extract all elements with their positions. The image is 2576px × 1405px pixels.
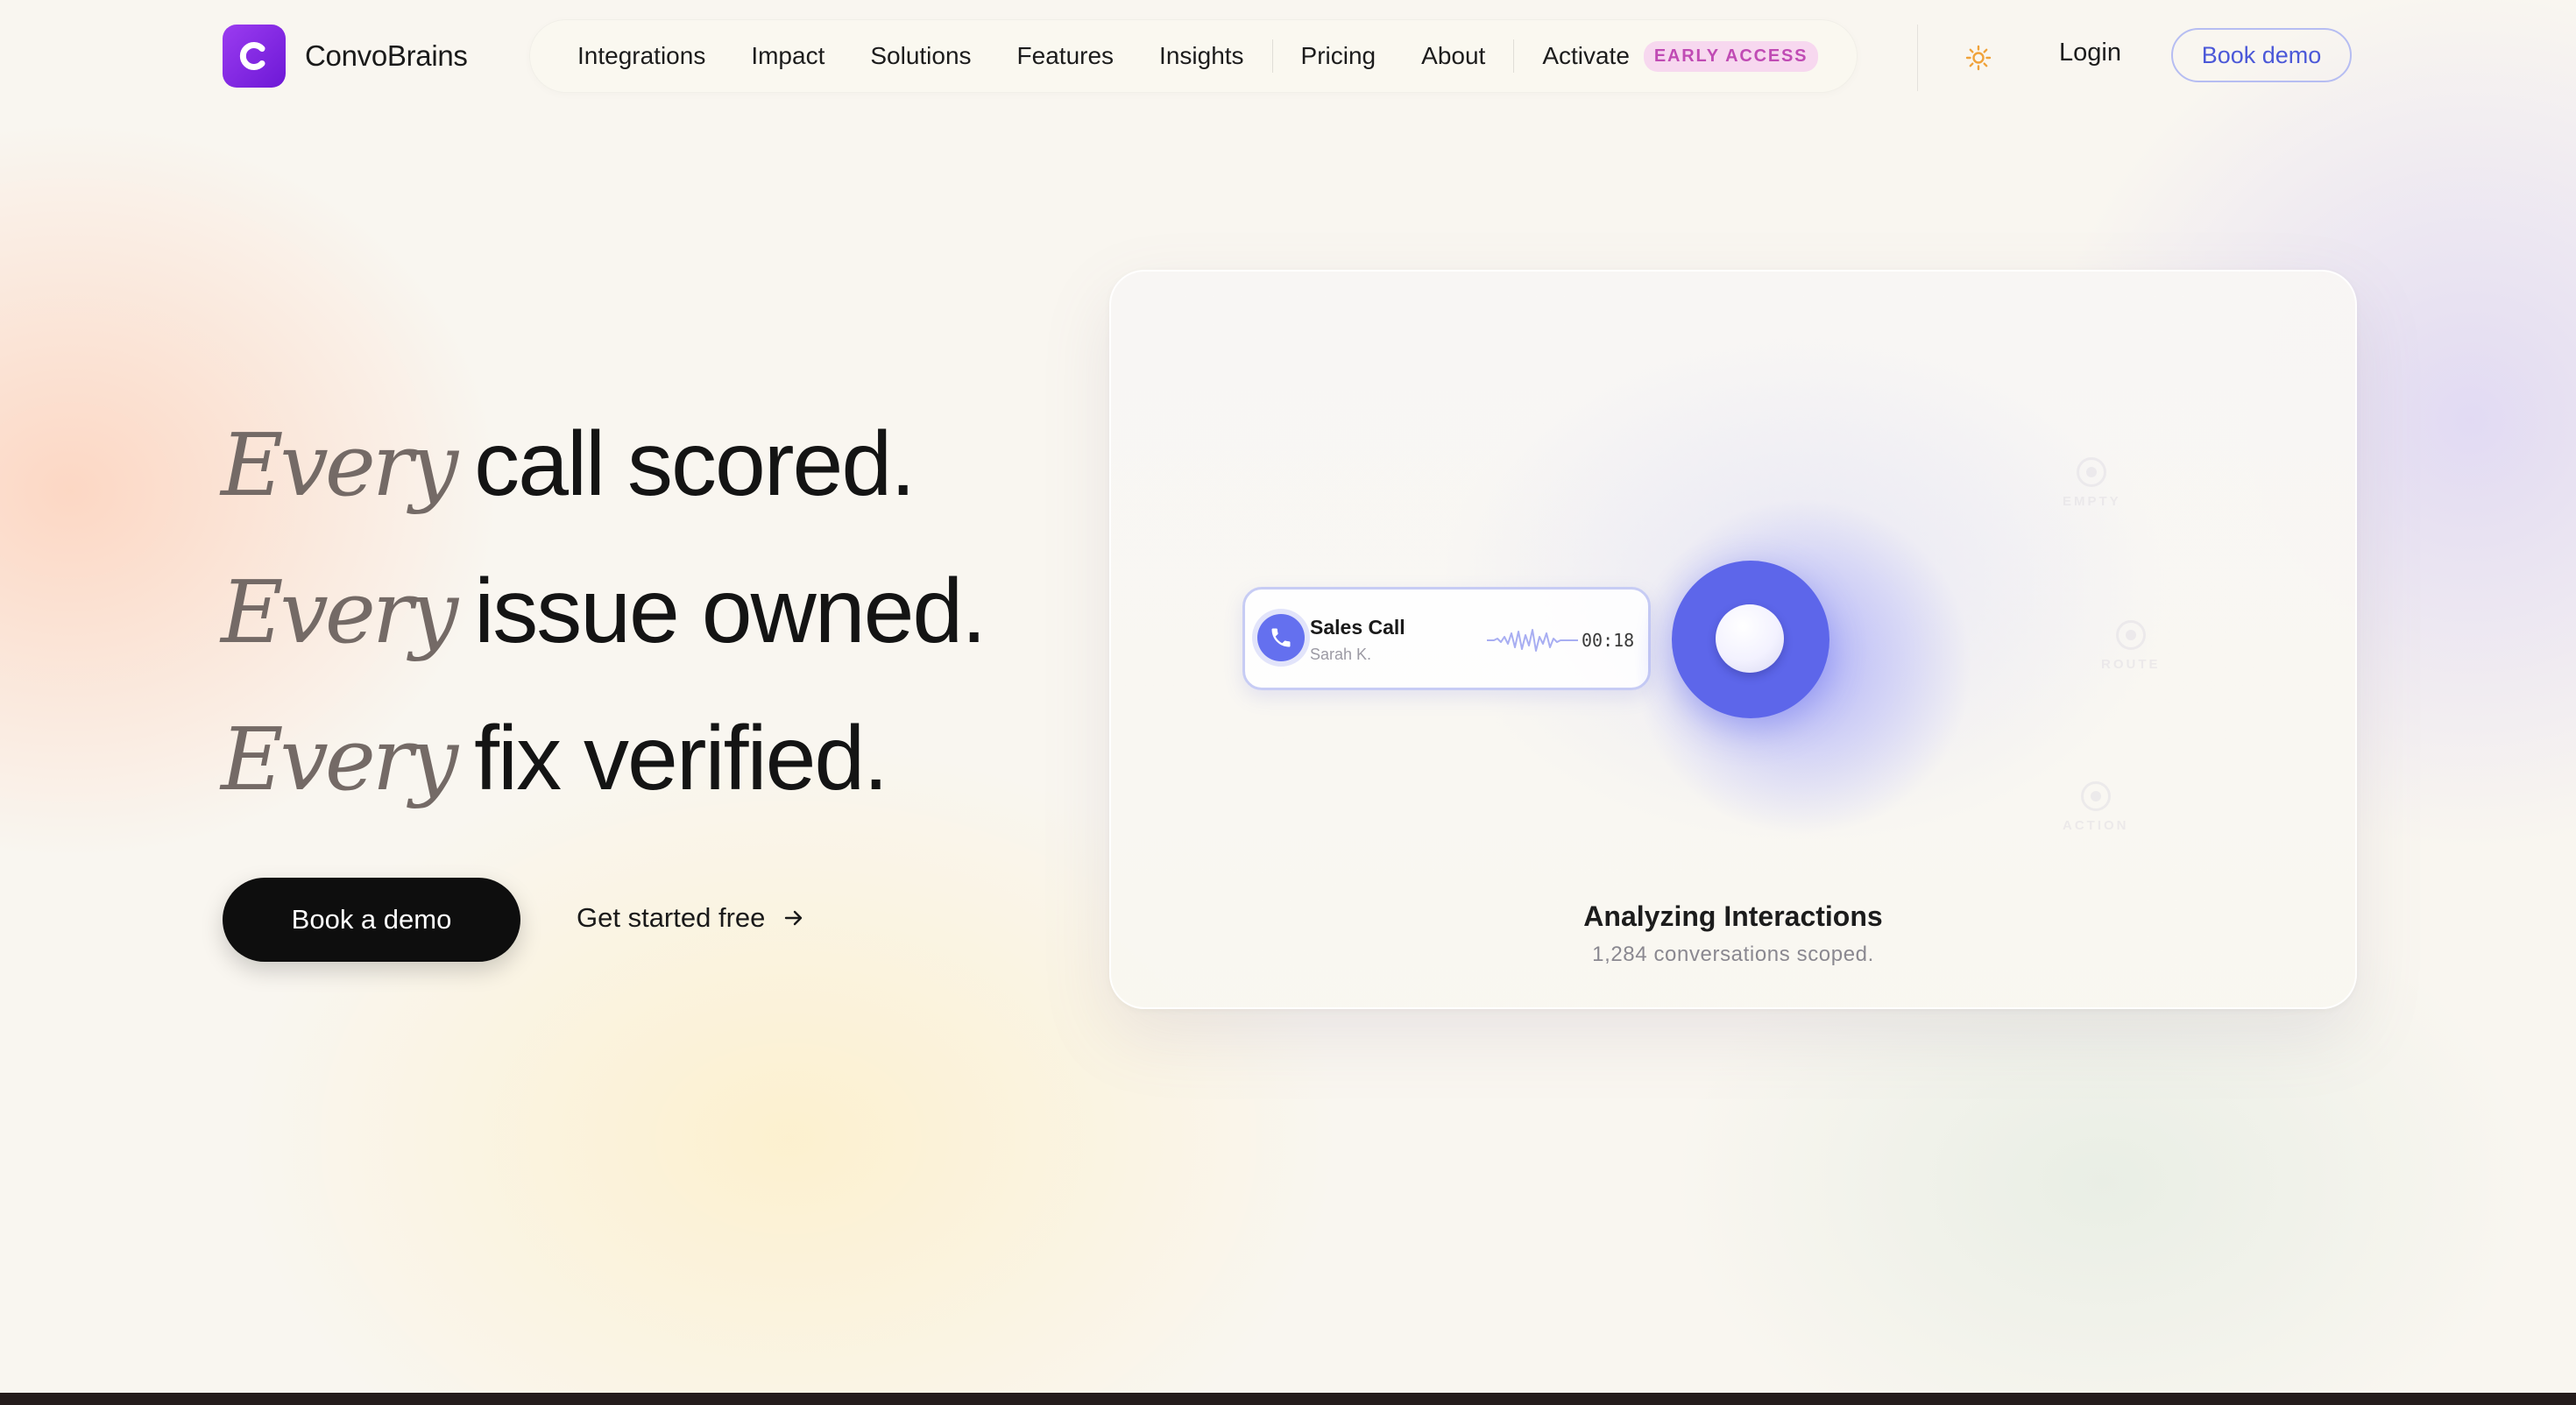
pipeline-node: EMPTY [2063,457,2121,509]
login-link[interactable]: Login [2059,39,2121,67]
get-started-free-link[interactable]: Get started free [577,902,805,934]
analysis-orb-core [1716,604,1784,673]
node-label: ACTION [2063,818,2129,833]
brand-logo-icon [223,25,286,88]
hero-headline-italic: Every [221,563,458,663]
pipeline-node: ROUTE [2101,620,2161,672]
get-started-free-label: Get started free [577,902,766,933]
hero-headline-italic: Every [221,710,458,810]
card-title: Analyzing Interactions [1583,900,1883,932]
call-caller: Sarah K. [1310,646,1372,663]
nav-item-insights[interactable]: Insights [1136,42,1267,70]
node-label: ROUTE [2101,657,2161,672]
nav-item-integrations[interactable]: Integrations [555,42,728,70]
call-title: Sales Call [1310,616,1405,639]
node-circle-icon [2077,457,2107,487]
node-label: EMPTY [2063,494,2121,509]
hero-headline-line: Every fix verified. [221,713,888,804]
arrow-right-icon [785,910,803,926]
node-circle-icon [2080,781,2111,811]
card-subtitle: 1,284 conversations scoped. [1592,943,1874,966]
nav-divider [1513,39,1515,73]
hero-headline-text: call scored. [474,413,916,515]
theme-toggle-button[interactable] [1961,40,1996,75]
main-nav: Integrations Impact Solutions Features I… [529,19,1858,93]
book-a-demo-button[interactable]: Book a demo [223,878,520,962]
sun-icon [1965,45,1992,71]
analysis-orb [1672,561,1829,718]
analysis-preview-card: Sales Call Sarah K. 00:18 EMPTY ROUTE AC… [1109,270,2357,1009]
phone-icon [1271,628,1291,647]
nav-item-pricing[interactable]: Pricing [1278,42,1399,70]
brand-logo[interactable]: ConvoBrains [223,25,468,88]
early-access-badge: EARLY ACCESS [1643,40,1819,72]
pipeline-node: ACTION [2063,781,2129,833]
brand-name: ConvoBrains [305,39,468,72]
phone-icon-badge [1257,614,1305,661]
waveform-icon [1487,629,1578,652]
nav-divider [1271,39,1273,73]
hero-headline-line: Every call scored. [221,419,916,510]
hero-headline-text: fix verified. [474,708,888,809]
node-circle-icon [2115,620,2146,650]
nav-item-solutions[interactable]: Solutions [847,42,994,70]
hero-headline-italic: Every [221,416,458,516]
book-demo-button[interactable]: Book demo [2171,28,2352,82]
call-timer: 00:18 [1582,630,1635,651]
nav-divider [1917,25,1918,91]
nav-item-activate[interactable]: Activate [1519,42,1652,70]
nav-item-impact[interactable]: Impact [728,42,847,70]
nav-item-features[interactable]: Features [994,42,1137,70]
hero-headline-line: Every issue owned. [221,566,987,657]
hero-headline-text: issue owned. [474,561,987,662]
call-chip: Sales Call Sarah K. 00:18 [1242,587,1651,690]
bottom-edge [0,1393,2576,1405]
nav-item-about[interactable]: About [1398,42,1508,70]
top-navigation: ConvoBrains Integrations Impact Solution… [0,0,2576,112]
